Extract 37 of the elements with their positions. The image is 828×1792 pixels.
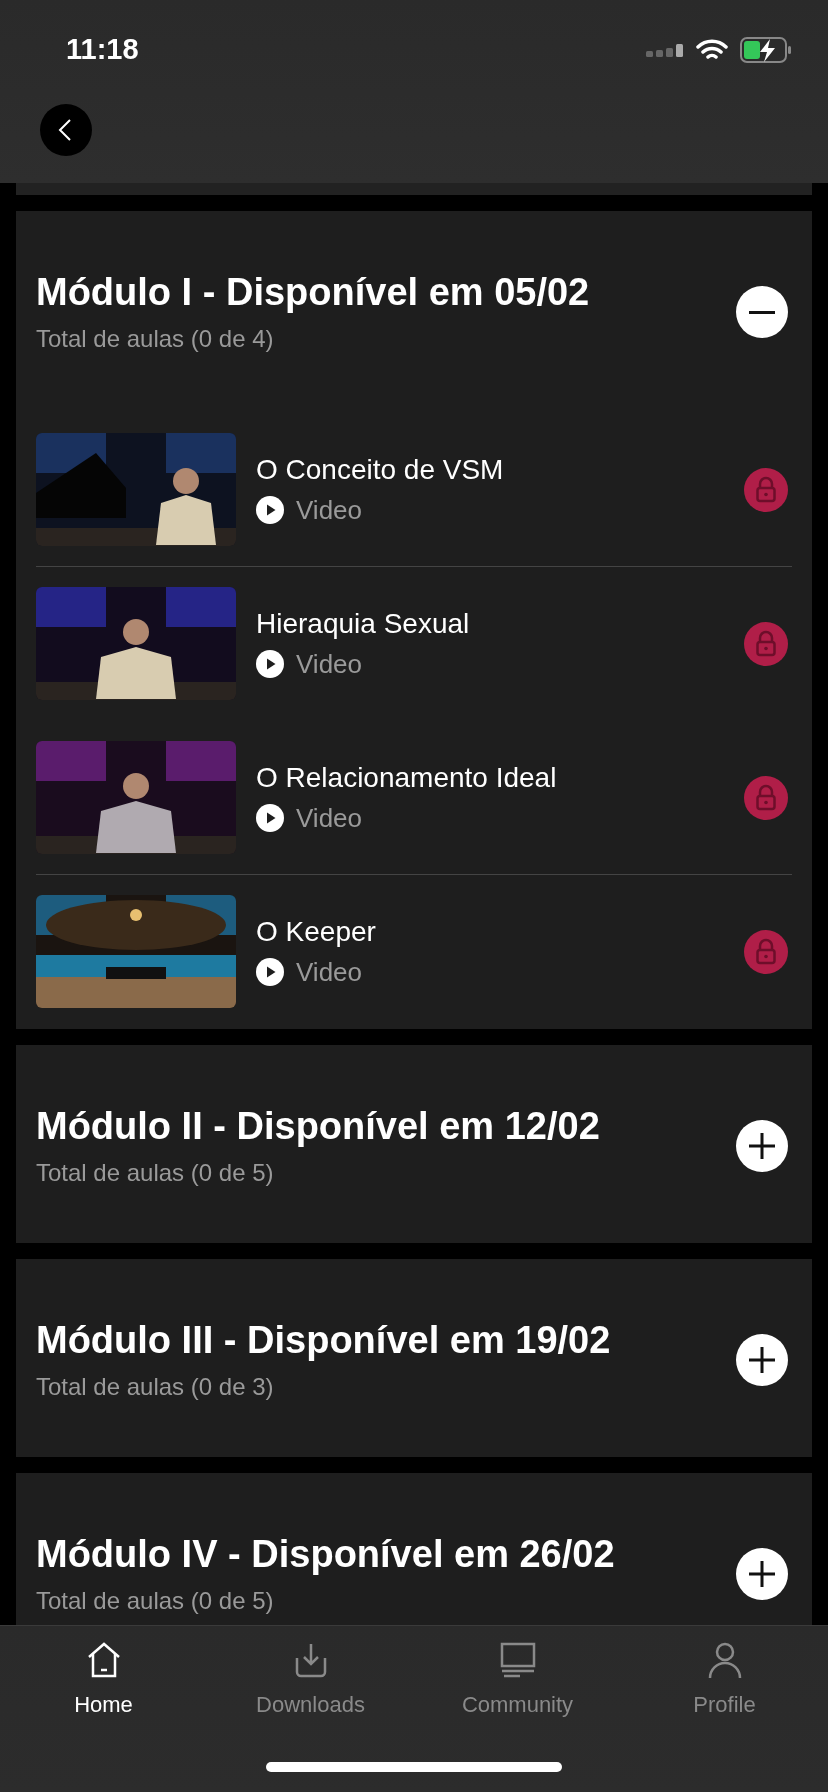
module-subtitle: Total de aulas (0 de 5)	[36, 1586, 275, 1616]
lesson-title[interactable]: O Relacionamento Ideal	[256, 761, 744, 794]
lesson-title[interactable]: O Keeper	[256, 915, 744, 948]
expand-button[interactable]	[736, 1548, 788, 1600]
lesson-type: Video	[296, 955, 363, 988]
expand-button[interactable]	[736, 1334, 788, 1386]
tab-item[interactable]: Downloads	[207, 1640, 414, 1721]
module-subtitle: Total de aulas (0 de 3)	[36, 1372, 275, 1402]
lesson-title[interactable]: Hieraquia Sexual	[256, 607, 744, 640]
lesson-type: Video	[296, 801, 363, 834]
module-subtitle: Total de aulas (0 de 5)	[36, 1158, 275, 1188]
play-icon	[256, 649, 284, 678]
collapse-button[interactable]	[736, 286, 788, 338]
plus-icon	[749, 1133, 775, 1159]
lesson-type: Video	[296, 647, 363, 680]
battery-icon	[740, 37, 792, 63]
play-icon	[256, 803, 284, 832]
module-title: Módulo III - Disponível em 19/02	[36, 1318, 612, 1363]
expand-button[interactable]	[736, 1120, 788, 1172]
module-title: Módulo II - Disponível em 12/02	[36, 1104, 601, 1149]
lesson-type: Video	[296, 493, 363, 526]
play-icon	[256, 957, 284, 986]
module-title: Módulo I - Disponível em 05/02	[36, 270, 591, 315]
plus-icon	[749, 1347, 775, 1373]
plus-icon	[749, 1561, 775, 1587]
tab-item[interactable]: Home	[0, 1640, 207, 1721]
module-subtitle: Total de aulas (0 de 4)	[36, 324, 275, 354]
minus-icon	[749, 310, 775, 314]
back-button[interactable]	[40, 104, 92, 156]
tab-item[interactable]: Profile	[621, 1640, 828, 1721]
play-icon	[256, 495, 284, 524]
wifi-icon	[696, 38, 728, 62]
signal-icon	[646, 43, 684, 57]
tab-item[interactable]: Community	[414, 1640, 621, 1721]
status-time: 11:18	[66, 32, 139, 68]
lesson-title[interactable]: O Conceito de VSM	[256, 453, 744, 486]
module-title: Módulo IV - Disponível em 26/02	[36, 1532, 616, 1577]
